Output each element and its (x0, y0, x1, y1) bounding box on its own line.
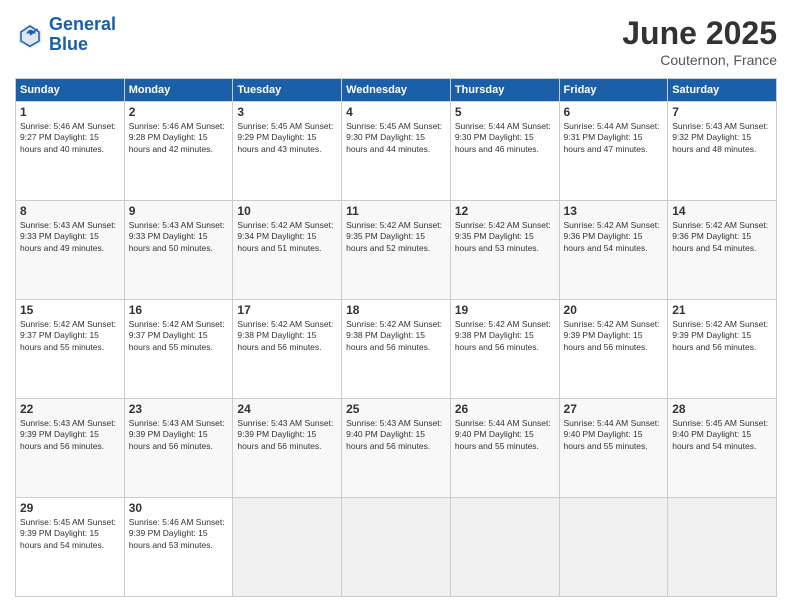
month-title: June 2025 (622, 15, 777, 52)
table-row: 10Sunrise: 5:42 AM Sunset: 9:34 PM Dayli… (233, 201, 342, 300)
table-row: 19Sunrise: 5:42 AM Sunset: 9:38 PM Dayli… (450, 300, 559, 399)
table-row: 26Sunrise: 5:44 AM Sunset: 9:40 PM Dayli… (450, 399, 559, 498)
table-row: 16Sunrise: 5:42 AM Sunset: 9:37 PM Dayli… (124, 300, 233, 399)
table-row: 20Sunrise: 5:42 AM Sunset: 9:39 PM Dayli… (559, 300, 668, 399)
table-row: 21Sunrise: 5:42 AM Sunset: 9:39 PM Dayli… (668, 300, 777, 399)
col-thursday: Thursday (450, 79, 559, 102)
table-row: 2Sunrise: 5:46 AM Sunset: 9:28 PM Daylig… (124, 102, 233, 201)
table-row: 30Sunrise: 5:46 AM Sunset: 9:39 PM Dayli… (124, 498, 233, 597)
table-row: 25Sunrise: 5:43 AM Sunset: 9:40 PM Dayli… (342, 399, 451, 498)
col-tuesday: Tuesday (233, 79, 342, 102)
table-row: 9Sunrise: 5:43 AM Sunset: 9:33 PM Daylig… (124, 201, 233, 300)
logo-blue: Blue (49, 35, 116, 55)
table-row: 14Sunrise: 5:42 AM Sunset: 9:36 PM Dayli… (668, 201, 777, 300)
col-wednesday: Wednesday (342, 79, 451, 102)
title-block: June 2025 Couternon, France (622, 15, 777, 68)
table-row: 6Sunrise: 5:44 AM Sunset: 9:31 PM Daylig… (559, 102, 668, 201)
table-row: 24Sunrise: 5:43 AM Sunset: 9:39 PM Dayli… (233, 399, 342, 498)
header-row: Sunday Monday Tuesday Wednesday Thursday… (16, 79, 777, 102)
table-row: 13Sunrise: 5:42 AM Sunset: 9:36 PM Dayli… (559, 201, 668, 300)
logo-general: General (49, 14, 116, 34)
table-row: 28Sunrise: 5:45 AM Sunset: 9:40 PM Dayli… (668, 399, 777, 498)
header: General Blue June 2025 Couternon, France (15, 15, 777, 68)
table-row: 17Sunrise: 5:42 AM Sunset: 9:38 PM Dayli… (233, 300, 342, 399)
table-row: 29Sunrise: 5:45 AM Sunset: 9:39 PM Dayli… (16, 498, 125, 597)
logo: General Blue (15, 15, 116, 55)
table-row: 22Sunrise: 5:43 AM Sunset: 9:39 PM Dayli… (16, 399, 125, 498)
table-row (450, 498, 559, 597)
table-row: 3Sunrise: 5:45 AM Sunset: 9:29 PM Daylig… (233, 102, 342, 201)
table-row: 5Sunrise: 5:44 AM Sunset: 9:30 PM Daylig… (450, 102, 559, 201)
table-row: 27Sunrise: 5:44 AM Sunset: 9:40 PM Dayli… (559, 399, 668, 498)
table-row: 11Sunrise: 5:42 AM Sunset: 9:35 PM Dayli… (342, 201, 451, 300)
table-row: 4Sunrise: 5:45 AM Sunset: 9:30 PM Daylig… (342, 102, 451, 201)
page: General Blue June 2025 Couternon, France… (0, 0, 792, 612)
table-row: 15Sunrise: 5:42 AM Sunset: 9:37 PM Dayli… (16, 300, 125, 399)
col-friday: Friday (559, 79, 668, 102)
location: Couternon, France (622, 52, 777, 68)
col-monday: Monday (124, 79, 233, 102)
table-row: 23Sunrise: 5:43 AM Sunset: 9:39 PM Dayli… (124, 399, 233, 498)
col-sunday: Sunday (16, 79, 125, 102)
table-row (342, 498, 451, 597)
table-row (668, 498, 777, 597)
table-row: 7Sunrise: 5:43 AM Sunset: 9:32 PM Daylig… (668, 102, 777, 201)
table-row: 12Sunrise: 5:42 AM Sunset: 9:35 PM Dayli… (450, 201, 559, 300)
table-row: 1Sunrise: 5:46 AM Sunset: 9:27 PM Daylig… (16, 102, 125, 201)
table-row: 8Sunrise: 5:43 AM Sunset: 9:33 PM Daylig… (16, 201, 125, 300)
logo-text: General Blue (49, 15, 116, 55)
calendar-table: Sunday Monday Tuesday Wednesday Thursday… (15, 78, 777, 597)
col-saturday: Saturday (668, 79, 777, 102)
logo-icon (15, 20, 45, 50)
table-row (233, 498, 342, 597)
table-row (559, 498, 668, 597)
table-row: 18Sunrise: 5:42 AM Sunset: 9:38 PM Dayli… (342, 300, 451, 399)
